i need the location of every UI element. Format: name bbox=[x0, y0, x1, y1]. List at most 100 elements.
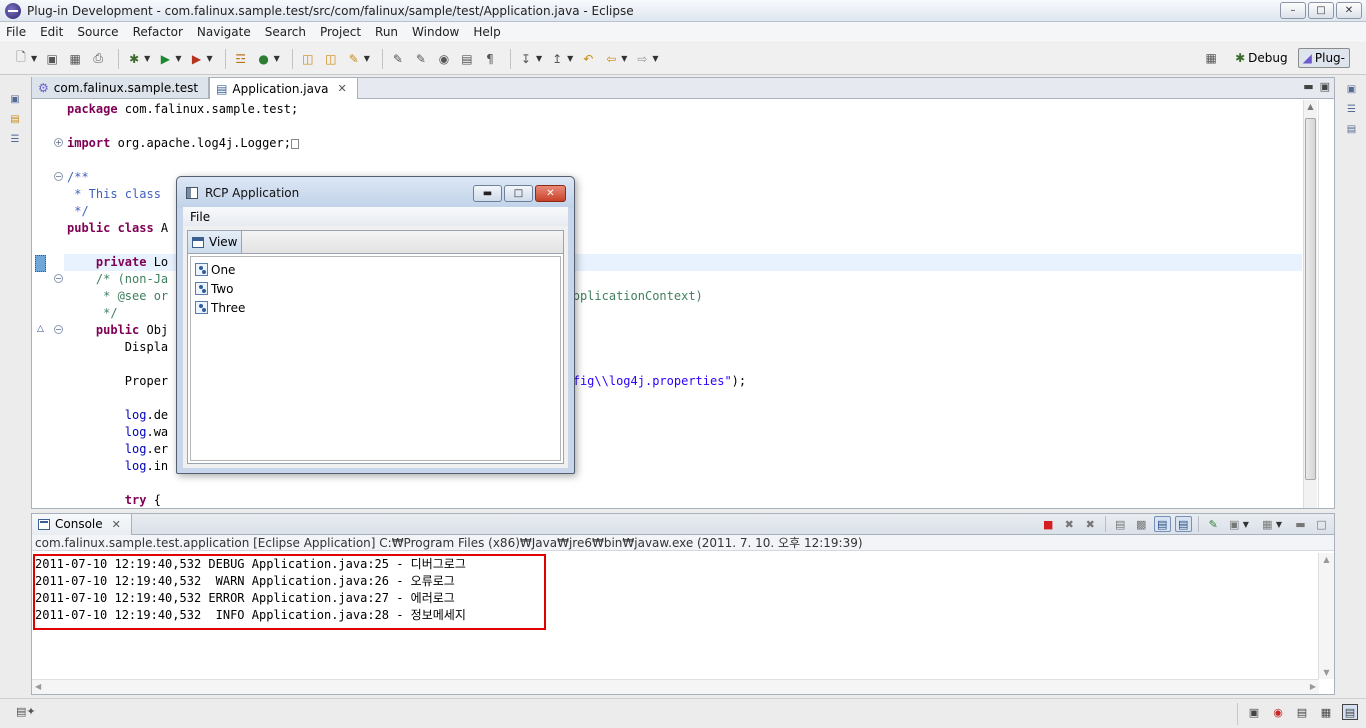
open-console-dropdown-icon[interactable]: ▼ bbox=[1276, 520, 1282, 529]
open-folder-icon[interactable]: ◫ bbox=[322, 50, 340, 68]
scroll-down-icon[interactable]: ▼ bbox=[1319, 668, 1334, 677]
close-tab-icon[interactable]: ✕ bbox=[337, 82, 346, 95]
rcp-menu-file[interactable]: File bbox=[190, 210, 210, 224]
new-dropdown-icon[interactable]: ▼ bbox=[31, 54, 37, 63]
terminate-icon[interactable]: ■ bbox=[1040, 516, 1057, 532]
console-vertical-scrollbar[interactable]: ▲ ▼ bbox=[1318, 553, 1334, 679]
new-icon[interactable]: 🗋 bbox=[12, 50, 30, 68]
open-type-icon[interactable]: ◫ bbox=[299, 50, 317, 68]
restore-icon[interactable]: ▣ bbox=[8, 92, 22, 106]
new-class-dropdown-icon[interactable]: ▼ bbox=[274, 54, 280, 63]
open-perspective-icon[interactable]: ▦ bbox=[1202, 49, 1220, 67]
collapse-fold-icon[interactable]: − bbox=[54, 274, 63, 283]
debug-icon[interactable]: ✱ bbox=[125, 50, 143, 68]
show-console-on-stderr-icon[interactable]: ▤ bbox=[1174, 516, 1192, 532]
previous-annotation-dropdown-icon[interactable]: ▼ bbox=[567, 54, 573, 63]
run-dropdown-icon[interactable]: ▼ bbox=[175, 54, 181, 63]
clear-console-icon[interactable]: ▤ bbox=[1112, 516, 1129, 532]
menu-project[interactable]: Project bbox=[320, 25, 361, 39]
problems-icon[interactable]: ◉ bbox=[1270, 704, 1286, 720]
scroll-up-icon[interactable]: ▲ bbox=[1304, 102, 1317, 111]
next-annotation-dropdown-icon[interactable]: ▼ bbox=[536, 54, 542, 63]
menu-source[interactable]: Source bbox=[77, 25, 118, 39]
next-annotation-icon[interactable]: ↧ bbox=[517, 50, 535, 68]
menu-edit[interactable]: Edit bbox=[40, 25, 63, 39]
rcp-title-bar[interactable]: RCP Application ▬ □ ✕ bbox=[177, 177, 574, 208]
maximize-view-icon[interactable]: □ bbox=[1313, 516, 1330, 532]
menu-navigate[interactable]: Navigate bbox=[197, 25, 251, 39]
restore-icon[interactable]: ▣ bbox=[1345, 82, 1359, 96]
forward-dropdown-icon[interactable]: ▼ bbox=[652, 54, 658, 63]
display-console-dropdown-icon[interactable]: ▼ bbox=[1243, 520, 1249, 529]
fast-view-icon[interactable]: ▤✦ bbox=[16, 705, 36, 718]
collapse-fold-icon[interactable]: − bbox=[54, 325, 63, 334]
toggle-block-icon[interactable]: ✎ bbox=[412, 50, 430, 68]
close-tab-icon[interactable]: ✕ bbox=[112, 518, 121, 531]
hierarchy-icon[interactable]: ☰ bbox=[8, 132, 22, 146]
new-plugin-icon[interactable]: ☲ bbox=[232, 50, 250, 68]
last-edit-location-icon[interactable]: ↶ bbox=[579, 50, 597, 68]
show-source-icon[interactable]: ▤ bbox=[458, 50, 476, 68]
outline-icon[interactable]: ☰ bbox=[1345, 102, 1359, 116]
maximize-view-icon[interactable]: ▣ bbox=[1320, 80, 1330, 93]
toggle-mark-occurrences-icon[interactable]: ✎ bbox=[389, 50, 407, 68]
save-icon[interactable]: ▣ bbox=[43, 50, 61, 68]
show-console-on-stdout-icon[interactable]: ▤ bbox=[1153, 516, 1171, 532]
search-dropdown-icon[interactable]: ▼ bbox=[364, 54, 370, 63]
close-button[interactable]: ✕ bbox=[1336, 2, 1362, 19]
menu-file[interactable]: File bbox=[6, 25, 26, 39]
tab-console[interactable]: Console ✕ bbox=[32, 513, 132, 535]
rcp-maximize-button[interactable]: □ bbox=[504, 185, 533, 202]
forward-icon[interactable]: ⇨ bbox=[633, 50, 651, 68]
remove-all-terminated-icon[interactable]: ✖ bbox=[1082, 516, 1099, 532]
expand-fold-icon[interactable]: + bbox=[54, 138, 63, 147]
pin-console-icon[interactable]: ✎ bbox=[1205, 516, 1222, 532]
console-horizontal-scrollbar[interactable]: ◀ ▶ bbox=[32, 679, 1319, 694]
external-tools-dropdown-icon[interactable]: ▼ bbox=[206, 54, 212, 63]
minimize-view-icon[interactable]: ▬ bbox=[1303, 80, 1313, 93]
list-item[interactable]: Three bbox=[191, 298, 560, 317]
editor-vertical-scrollbar[interactable]: ▲ bbox=[1303, 100, 1317, 508]
menu-run[interactable]: Run bbox=[375, 25, 398, 39]
list-item[interactable]: Two bbox=[191, 279, 560, 298]
debug-dropdown-icon[interactable]: ▼ bbox=[144, 54, 150, 63]
scroll-up-icon[interactable]: ▲ bbox=[1319, 555, 1334, 564]
tab-manifest[interactable]: ⚙ com.falinux.sample.test bbox=[32, 77, 210, 98]
rcp-close-button[interactable]: ✕ bbox=[535, 185, 566, 202]
rcp-minimize-button[interactable]: ▬ bbox=[473, 185, 502, 202]
list-item[interactable]: One bbox=[191, 260, 560, 279]
back-dropdown-icon[interactable]: ▼ bbox=[621, 54, 627, 63]
menu-refactor[interactable]: Refactor bbox=[133, 25, 183, 39]
minimize-button[interactable]: – bbox=[1280, 2, 1306, 19]
save-all-icon[interactable]: ▦ bbox=[66, 50, 84, 68]
new-java-class-icon[interactable]: ● bbox=[255, 50, 273, 68]
scroll-lock-icon[interactable]: ▩ bbox=[1133, 516, 1150, 532]
restore-icon[interactable]: ▣ bbox=[1246, 704, 1262, 720]
previous-annotation-icon[interactable]: ↥ bbox=[548, 50, 566, 68]
maximize-button[interactable]: □ bbox=[1308, 2, 1334, 19]
rcp-view-tab[interactable]: View bbox=[188, 231, 243, 253]
scroll-right-icon[interactable]: ▶ bbox=[1310, 682, 1316, 691]
remove-launch-icon[interactable]: ✖ bbox=[1061, 516, 1078, 532]
tab-application-java[interactable]: ▤ Application.java ✕ bbox=[209, 77, 358, 99]
perspective-plugin[interactable]: ◢ Plug- bbox=[1297, 48, 1350, 68]
console-output[interactable]: 2011-07-10 12:19:40,532 DEBUG Applicatio… bbox=[32, 553, 1317, 679]
pilcrow-icon[interactable]: ¶ bbox=[481, 50, 499, 68]
toggle-whitespace-icon[interactable]: ◉ bbox=[435, 50, 453, 68]
menu-window[interactable]: Window bbox=[412, 25, 459, 39]
declaration-icon[interactable]: ▦ bbox=[1318, 704, 1334, 720]
search-icon[interactable]: ✎ bbox=[345, 50, 363, 68]
display-selected-console-icon[interactable]: ▣ bbox=[1226, 516, 1243, 532]
menu-help[interactable]: Help bbox=[473, 25, 500, 39]
collapse-fold-icon[interactable]: − bbox=[54, 172, 63, 181]
open-console-icon[interactable]: ▦ bbox=[1259, 516, 1276, 532]
external-tools-icon[interactable]: ▶ bbox=[187, 50, 205, 68]
back-icon[interactable]: ⇦ bbox=[602, 50, 620, 68]
perspective-debug[interactable]: ✱ Debug bbox=[1231, 49, 1292, 67]
task-list-icon[interactable]: ▤ bbox=[1345, 122, 1359, 136]
javadoc-icon[interactable]: ▤ bbox=[1294, 704, 1310, 720]
print-icon[interactable]: ⎙ bbox=[89, 50, 107, 68]
scrollbar-thumb[interactable] bbox=[1305, 118, 1316, 480]
menu-search[interactable]: Search bbox=[265, 25, 306, 39]
minimize-view-icon[interactable]: ▬ bbox=[1292, 516, 1309, 532]
